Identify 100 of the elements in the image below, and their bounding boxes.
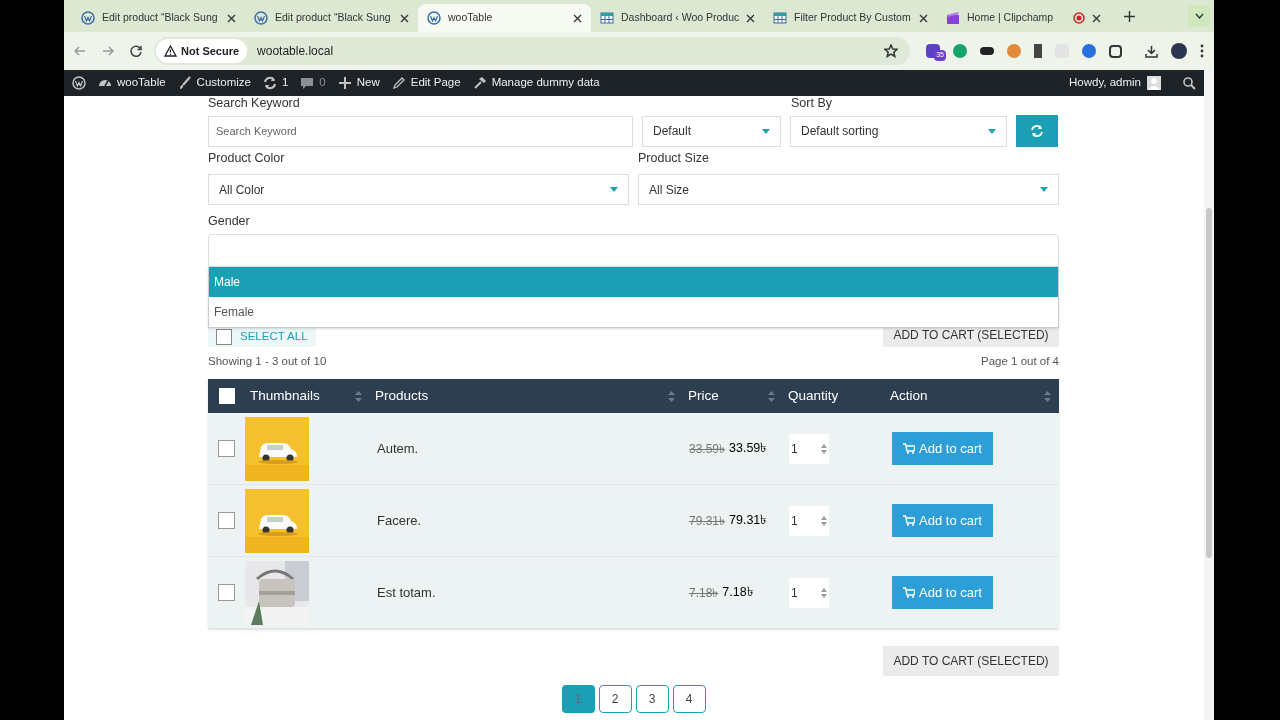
puzzle-icon[interactable] (1109, 44, 1122, 58)
avatar[interactable] (1171, 43, 1187, 59)
page-info: Page 1 out of 4 (981, 354, 1059, 369)
cart-icon (903, 443, 916, 455)
quantity-field[interactable]: 1 (789, 505, 829, 536)
page-button[interactable]: 4 (672, 685, 706, 714)
results-count: Showing 1 - 3 out of 10 (208, 354, 327, 369)
admin-account-menu[interactable]: Howdy, admin (1069, 74, 1161, 92)
row-checkbox[interactable] (218, 584, 235, 602)
size-select[interactable]: All Size (638, 174, 1059, 205)
url-text: wootable.local (257, 43, 334, 60)
browser-tab[interactable]: Home | Clipchamp (937, 4, 1110, 32)
plus-icon (337, 76, 352, 90)
download-icon[interactable] (1145, 44, 1158, 58)
page-button[interactable]: 2 (598, 685, 632, 714)
sort-select[interactable]: Default sorting (790, 115, 1007, 147)
order-select[interactable]: Default (642, 115, 781, 147)
page-button[interactable]: 3 (635, 685, 669, 714)
admin-bar-item[interactable]: Manage dummy data (472, 70, 600, 96)
close-icon[interactable] (227, 13, 236, 23)
admin-bar-item[interactable]: wooTable (98, 70, 166, 96)
product-name[interactable]: Est totam. (377, 585, 436, 600)
product-name[interactable]: Facere. (377, 513, 422, 528)
cart-icon (903, 515, 916, 527)
close-icon[interactable] (746, 13, 756, 23)
sort-icon[interactable] (355, 390, 362, 402)
field-label: Sort By (791, 96, 832, 113)
menu-icon[interactable] (1200, 44, 1204, 58)
browser-tab[interactable]: Filter Product By Custom (764, 4, 937, 32)
wordpress-logo-icon[interactable] (72, 76, 86, 90)
search-icon[interactable] (1183, 76, 1196, 90)
brush-icon (177, 76, 192, 90)
row-checkbox[interactable] (218, 440, 235, 458)
stepper-icon (821, 587, 827, 598)
caret-icon (762, 128, 770, 134)
forward-icon[interactable] (102, 45, 114, 57)
dropdown-option[interactable]: Female (209, 297, 1058, 327)
security-chip[interactable]: Not Secure (156, 39, 248, 63)
extension-icon[interactable] (980, 47, 994, 55)
column-header[interactable]: Quantity (783, 379, 885, 414)
tab-title: Edit product “Black Sung (102, 10, 219, 26)
checkbox[interactable] (216, 329, 232, 345)
header-checkbox[interactable] (218, 388, 235, 405)
tab-title: Edit product “Black Sung (275, 10, 392, 26)
tab-list-button[interactable] (1188, 5, 1210, 27)
table-icon (600, 11, 614, 25)
admin-bar-item[interactable]: 0 (300, 70, 326, 96)
old-price: 7.18৳ (689, 584, 719, 602)
wordpress-icon (254, 11, 268, 25)
product-name[interactable]: Autem. (377, 441, 419, 456)
pencil-icon (391, 76, 406, 90)
new-tab-icon[interactable] (1124, 10, 1135, 22)
sort-icon[interactable] (1044, 390, 1051, 402)
color-select[interactable]: All Color (208, 174, 629, 205)
field-label: Gender (208, 213, 251, 228)
quantity-field[interactable]: 1 (789, 577, 829, 608)
close-icon[interactable] (573, 13, 582, 23)
refresh-icon (1030, 124, 1044, 138)
admin-bar-item[interactable]: New (337, 70, 380, 96)
sort-icon[interactable] (768, 390, 775, 402)
sale-price: 79.31৳ (729, 512, 767, 530)
column-header[interactable]: Price (683, 379, 783, 414)
browser-tab[interactable]: Edit product “Black Sung (72, 4, 245, 32)
close-icon[interactable] (400, 13, 409, 23)
close-icon[interactable] (919, 13, 928, 23)
tab-title: wooTable (448, 10, 494, 26)
address-bar[interactable]: Not Secure wootable.local (154, 37, 910, 65)
browser-tab[interactable]: Edit product “Black Sung (245, 4, 418, 32)
tab-title: Filter Product By Custom (794, 10, 912, 26)
sale-price: 33.59৳ (729, 440, 767, 458)
back-icon[interactable] (74, 45, 86, 57)
column-header[interactable]: Products (370, 379, 683, 414)
reload-icon[interactable] (130, 45, 142, 57)
search-field[interactable]: Search Keyword (208, 115, 633, 147)
field-label: Product Size (638, 150, 709, 168)
hammer-icon (472, 76, 487, 90)
add-selected-button[interactable]: ADD TO CART (SELECTED) (883, 646, 1059, 677)
chevron-icon (1194, 13, 1204, 19)
field-label: Product Color (208, 150, 286, 168)
bookmark-star-icon[interactable] (884, 44, 898, 58)
admin-bar-item[interactable]: Customize (177, 70, 251, 96)
column-header[interactable]: Thumbnails (245, 379, 370, 414)
warning-icon (164, 45, 177, 57)
sort-icon[interactable] (668, 390, 675, 402)
admin-bar-item[interactable]: Edit Page (391, 70, 461, 96)
browser-tab[interactable]: Dashboard ‹ Woo Produc (591, 4, 764, 32)
column-header[interactable]: Action (885, 379, 1059, 414)
clapper-icon (946, 11, 960, 25)
tab-title: Home | Clipchamp (967, 10, 1055, 26)
quantity-field[interactable]: 1 (789, 433, 829, 464)
avatar-icon (1147, 76, 1161, 90)
close-icon[interactable] (1092, 13, 1101, 23)
field-label: Search Keyword (208, 96, 301, 113)
stepper-icon (821, 443, 827, 454)
row-checkbox[interactable] (218, 512, 235, 530)
admin-bar-item[interactable]: 1 (262, 70, 289, 96)
refresh-button[interactable] (1016, 115, 1058, 147)
browser-tab[interactable]: wooTable (418, 4, 591, 32)
refresh-icon (262, 76, 277, 90)
scrollbar-thumb[interactable] (1206, 208, 1212, 558)
